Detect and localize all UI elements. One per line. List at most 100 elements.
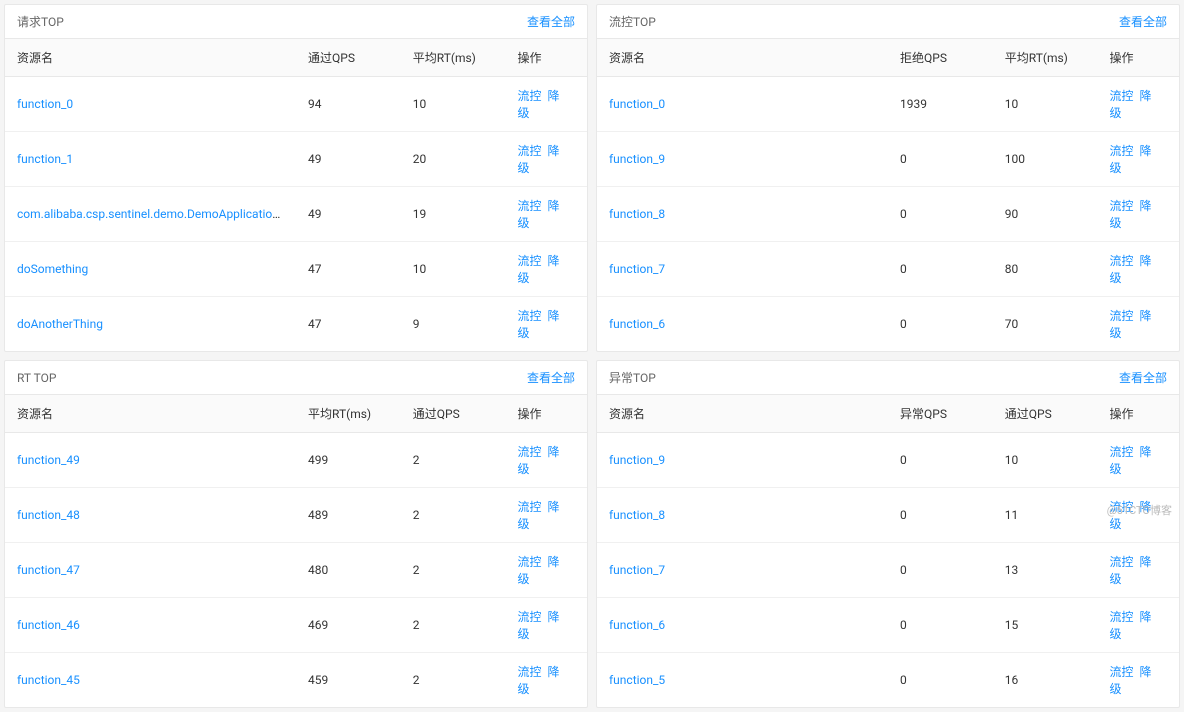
data-table: 资源名异常QPS通过QPS操作function_9010流控降级function… [597,394,1179,707]
column-header: 拒绝QPS [888,39,993,77]
metric-2: 9 [401,297,506,352]
panel-title: 异常TOP [609,369,656,386]
column-header: 资源名 [5,395,296,433]
metric-1: 459 [296,653,401,708]
flow-control-link[interactable]: 流控 [1110,555,1134,569]
flow-control-link[interactable]: 流控 [1110,144,1134,158]
resource-link[interactable]: function_7 [609,262,665,276]
panel: RT TOP查看全部资源名平均RT(ms)通过QPS操作function_494… [4,360,588,708]
view-all-link[interactable]: 查看全部 [1119,13,1167,30]
flow-control-link[interactable]: 流控 [1110,665,1134,679]
resource-link[interactable]: function_0 [609,97,665,111]
resource-link[interactable]: function_6 [609,618,665,632]
metric-2: 80 [993,242,1098,297]
flow-control-link[interactable]: 流控 [1110,254,1134,268]
panel-header: 异常TOP 查看全部 [597,361,1179,394]
resource-link[interactable]: function_45 [17,673,80,687]
resource-link[interactable]: function_7 [609,563,665,577]
panel: 请求TOP查看全部资源名通过QPS平均RT(ms)操作function_0941… [4,4,588,352]
resource-link[interactable]: function_9 [609,453,665,467]
column-header: 操作 [506,395,587,433]
resource-link[interactable]: function_49 [17,453,80,467]
table-row: function_494992流控降级 [5,433,587,488]
table-row: function_90100流控降级 [597,132,1179,187]
table-row: function_5016流控降级 [597,653,1179,708]
metric-1: 49 [296,187,401,242]
flow-control-link[interactable]: 流控 [1110,89,1134,103]
panel: 异常TOP查看全部资源名异常QPS通过QPS操作function_9010流控降… [596,360,1180,708]
flow-control-link[interactable]: 流控 [1110,309,1134,323]
metric-1: 0 [888,187,993,242]
flow-control-link[interactable]: 流控 [518,555,542,569]
resource-link[interactable]: com.alibaba.csp.sentinel.demo.DemoApplic… [17,207,296,221]
table-row: function_8011流控降级 [597,488,1179,543]
metric-2: 15 [993,598,1098,653]
table-row: function_0193910流控降级 [597,77,1179,132]
metric-2: 11 [993,488,1098,543]
metric-2: 10 [401,242,506,297]
table-row: doAnotherThing479流控降级 [5,297,587,352]
metric-1: 0 [888,543,993,598]
flow-control-link[interactable]: 流控 [518,500,542,514]
table-row: function_7080流控降级 [597,242,1179,297]
resource-link[interactable]: function_8 [609,508,665,522]
table-row: function_7013流控降级 [597,543,1179,598]
metric-2: 10 [401,77,506,132]
resource-link[interactable]: function_5 [609,673,665,687]
panel-header: 请求TOP查看全部 [5,5,587,38]
view-all-link[interactable]: 查看全部 [1119,369,1167,386]
metric-1: 0 [888,598,993,653]
flow-control-link[interactable]: 流控 [1110,610,1134,624]
column-header: 资源名 [597,395,888,433]
table-row: function_484892流控降级 [5,488,587,543]
metric-2: 90 [993,187,1098,242]
metric-2: 2 [401,543,506,598]
flow-control-link[interactable]: 流控 [518,254,542,268]
resource-link[interactable]: function_0 [17,97,73,111]
metric-2: 16 [993,653,1098,708]
column-header: 平均RT(ms) [401,39,506,77]
resource-link[interactable]: doAnotherThing [17,317,103,331]
data-table: 资源名拒绝QPS平均RT(ms)操作function_0193910流控降级fu… [597,38,1179,351]
metric-1: 0 [888,297,993,352]
resource-link[interactable]: function_46 [17,618,80,632]
resource-link[interactable]: function_47 [17,563,80,577]
view-all-link[interactable]: 查看全部 [527,13,575,30]
panel-header: 流控TOP 查看全部 [597,5,1179,38]
metric-1: 0 [888,653,993,708]
flow-control-link[interactable]: 流控 [1110,445,1134,459]
metric-1: 0 [888,132,993,187]
column-header: 异常QPS [888,395,993,433]
flow-control-link[interactable]: 流控 [518,610,542,624]
resource-link[interactable]: function_48 [17,508,80,522]
column-header: 平均RT(ms) [993,39,1098,77]
metric-2: 10 [993,433,1098,488]
view-all-link[interactable]: 查看全部 [527,369,575,386]
metric-2: 70 [993,297,1098,352]
metric-2: 20 [401,132,506,187]
resource-link[interactable]: function_1 [17,152,73,166]
resource-link[interactable]: function_6 [609,317,665,331]
table-row: function_6070流控降级 [597,297,1179,352]
table-row: function_09410流控降级 [5,77,587,132]
resource-link[interactable]: function_9 [609,152,665,166]
panel-title: 流控TOP [609,13,656,30]
table-row: function_8090流控降级 [597,187,1179,242]
resource-link[interactable]: function_8 [609,207,665,221]
flow-control-link[interactable]: 流控 [518,309,542,323]
flow-control-link[interactable]: 流控 [1110,199,1134,213]
flow-control-link[interactable]: 流控 [518,665,542,679]
column-header: 操作 [1098,39,1179,77]
metric-1: 480 [296,543,401,598]
table-row: function_9010流控降级 [597,433,1179,488]
metric-1: 49 [296,132,401,187]
column-header: 操作 [506,39,587,77]
flow-control-link[interactable]: 流控 [518,144,542,158]
resource-link[interactable]: doSomething [17,262,88,276]
flow-control-link[interactable]: 流控 [518,89,542,103]
flow-control-link[interactable]: 流控 [518,445,542,459]
metric-1: 47 [296,242,401,297]
flow-control-link[interactable]: 流控 [518,199,542,213]
metric-1: 469 [296,598,401,653]
data-table: 资源名平均RT(ms)通过QPS操作function_494992流控降级fun… [5,394,587,707]
